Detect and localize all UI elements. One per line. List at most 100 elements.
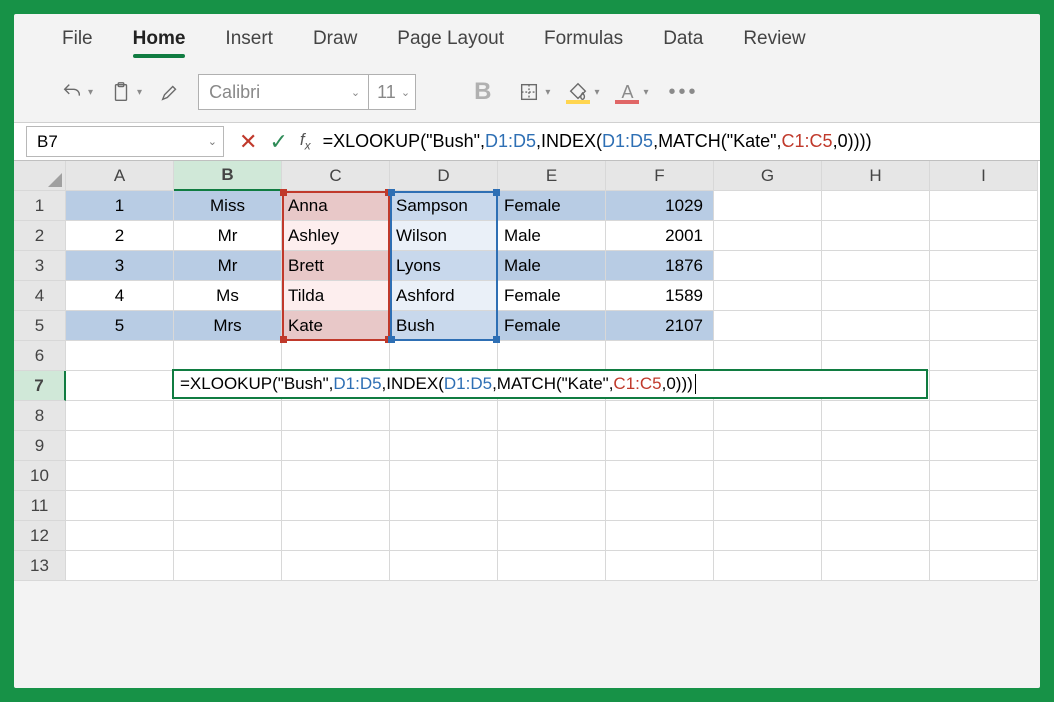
cell-E3[interactable]: Male bbox=[498, 251, 606, 281]
cell-G12[interactable] bbox=[714, 521, 822, 551]
name-box[interactable]: B7 ⌄ bbox=[26, 126, 224, 157]
cell-B7[interactable]: =XLOOKUP("Bush",D1:D5,INDEX(D1:D5,MATCH(… bbox=[174, 371, 282, 401]
row-header-1[interactable]: 1 bbox=[14, 191, 66, 221]
column-header-h[interactable]: H bbox=[822, 161, 930, 191]
cell-C3[interactable]: Brett bbox=[282, 251, 390, 281]
cell-B3[interactable]: Mr bbox=[174, 251, 282, 281]
cell-E10[interactable] bbox=[498, 461, 606, 491]
cell-D3[interactable]: Lyons bbox=[390, 251, 498, 281]
cell-G1[interactable] bbox=[714, 191, 822, 221]
cell-B12[interactable] bbox=[174, 521, 282, 551]
cell-G3[interactable] bbox=[714, 251, 822, 281]
row-header-7[interactable]: 7 bbox=[14, 371, 66, 401]
cell-D10[interactable] bbox=[390, 461, 498, 491]
cell-C12[interactable] bbox=[282, 521, 390, 551]
cell-F8[interactable] bbox=[606, 401, 714, 431]
row-header-13[interactable]: 13 bbox=[14, 551, 66, 581]
cell-E5[interactable]: Female bbox=[498, 311, 606, 341]
cell-E4[interactable]: Female bbox=[498, 281, 606, 311]
cell-H6[interactable] bbox=[822, 341, 930, 371]
cell-G9[interactable] bbox=[714, 431, 822, 461]
cell-E11[interactable] bbox=[498, 491, 606, 521]
cell-C1[interactable]: Anna bbox=[282, 191, 390, 221]
cell-A3[interactable]: 3 bbox=[66, 251, 174, 281]
cell-A7[interactable] bbox=[66, 371, 174, 401]
cell-A8[interactable] bbox=[66, 401, 174, 431]
cell-B6[interactable] bbox=[174, 341, 282, 371]
cell-G8[interactable] bbox=[714, 401, 822, 431]
cell-B5[interactable]: Mrs bbox=[174, 311, 282, 341]
font-color-button[interactable]: A ▾ bbox=[613, 78, 648, 106]
column-header-c[interactable]: C bbox=[282, 161, 390, 191]
cell-B10[interactable] bbox=[174, 461, 282, 491]
cell-H4[interactable] bbox=[822, 281, 930, 311]
borders-button[interactable]: ▾ bbox=[515, 78, 550, 106]
tab-data[interactable]: Data bbox=[663, 28, 703, 56]
cell-A11[interactable] bbox=[66, 491, 174, 521]
fill-color-button[interactable]: ▾ bbox=[564, 78, 599, 106]
cell-B9[interactable] bbox=[174, 431, 282, 461]
cell-D12[interactable] bbox=[390, 521, 498, 551]
cell-A13[interactable] bbox=[66, 551, 174, 581]
column-header-g[interactable]: G bbox=[714, 161, 822, 191]
cell-F6[interactable] bbox=[606, 341, 714, 371]
cell-C2[interactable]: Ashley bbox=[282, 221, 390, 251]
cell-D9[interactable] bbox=[390, 431, 498, 461]
row-header-5[interactable]: 5 bbox=[14, 311, 66, 341]
cell-D5[interactable]: Bush bbox=[390, 311, 498, 341]
cell-I8[interactable] bbox=[930, 401, 1038, 431]
row-header-6[interactable]: 6 bbox=[14, 341, 66, 371]
cell-D11[interactable] bbox=[390, 491, 498, 521]
bold-button[interactable]: B bbox=[464, 78, 501, 106]
row-header-4[interactable]: 4 bbox=[14, 281, 66, 311]
format-painter-button[interactable] bbox=[156, 78, 184, 106]
worksheet-grid[interactable]: ABCDEFGHI11MissAnnaSampsonFemale102922Mr… bbox=[14, 161, 1040, 581]
cell-G10[interactable] bbox=[714, 461, 822, 491]
font-name-dropdown[interactable]: Calibri ⌄ bbox=[199, 75, 369, 109]
cell-A10[interactable] bbox=[66, 461, 174, 491]
row-header-12[interactable]: 12 bbox=[14, 521, 66, 551]
cell-H11[interactable] bbox=[822, 491, 930, 521]
accept-formula-button[interactable]: ✓ bbox=[269, 129, 287, 155]
cell-C10[interactable] bbox=[282, 461, 390, 491]
row-header-3[interactable]: 3 bbox=[14, 251, 66, 281]
cell-G13[interactable] bbox=[714, 551, 822, 581]
cell-D13[interactable] bbox=[390, 551, 498, 581]
tab-draw[interactable]: Draw bbox=[313, 28, 357, 56]
column-header-b[interactable]: B bbox=[174, 161, 282, 191]
more-commands-button[interactable]: ••• bbox=[663, 81, 705, 104]
cell-I9[interactable] bbox=[930, 431, 1038, 461]
cell-H5[interactable] bbox=[822, 311, 930, 341]
cell-D8[interactable] bbox=[390, 401, 498, 431]
cell-A9[interactable] bbox=[66, 431, 174, 461]
cell-E12[interactable] bbox=[498, 521, 606, 551]
column-header-i[interactable]: I bbox=[930, 161, 1038, 191]
undo-button[interactable]: ▾ bbox=[58, 78, 93, 106]
font-size-dropdown[interactable]: 11 ⌄ bbox=[369, 75, 415, 109]
cell-H2[interactable] bbox=[822, 221, 930, 251]
cell-C9[interactable] bbox=[282, 431, 390, 461]
cell-D4[interactable]: Ashford bbox=[390, 281, 498, 311]
cell-C4[interactable]: Tilda bbox=[282, 281, 390, 311]
cell-E13[interactable] bbox=[498, 551, 606, 581]
cell-I6[interactable] bbox=[930, 341, 1038, 371]
cell-H12[interactable] bbox=[822, 521, 930, 551]
cell-G6[interactable] bbox=[714, 341, 822, 371]
cell-C11[interactable] bbox=[282, 491, 390, 521]
cell-D2[interactable]: Wilson bbox=[390, 221, 498, 251]
cell-F5[interactable]: 2107 bbox=[606, 311, 714, 341]
cell-A4[interactable]: 4 bbox=[66, 281, 174, 311]
active-cell-editor[interactable]: =XLOOKUP("Bush",D1:D5,INDEX(D1:D5,MATCH(… bbox=[172, 369, 928, 399]
tab-insert[interactable]: Insert bbox=[225, 28, 273, 56]
font-selector[interactable]: Calibri ⌄ 11 ⌄ bbox=[198, 74, 416, 110]
column-header-f[interactable]: F bbox=[606, 161, 714, 191]
cell-I12[interactable] bbox=[930, 521, 1038, 551]
cell-F13[interactable] bbox=[606, 551, 714, 581]
cell-A6[interactable] bbox=[66, 341, 174, 371]
cell-F2[interactable]: 2001 bbox=[606, 221, 714, 251]
cell-B8[interactable] bbox=[174, 401, 282, 431]
row-header-11[interactable]: 11 bbox=[14, 491, 66, 521]
cell-F12[interactable] bbox=[606, 521, 714, 551]
cell-H10[interactable] bbox=[822, 461, 930, 491]
cell-C8[interactable] bbox=[282, 401, 390, 431]
